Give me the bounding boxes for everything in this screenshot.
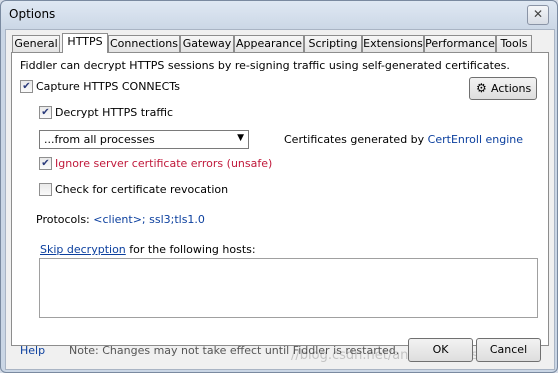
close-icon: ✕ (532, 7, 544, 21)
tab-extensions[interactable]: Extensions (362, 35, 424, 52)
window-title: Options (9, 7, 56, 21)
certificates-generator-text: Certificates generated by CertEnroll eng… (284, 133, 523, 146)
help-link[interactable]: Help (20, 344, 45, 357)
process-filter-value: ...from all processes (44, 133, 155, 146)
ok-button[interactable]: OK (408, 338, 473, 362)
checkmark-icon: ✔ (41, 107, 50, 118)
tab-scripting[interactable]: Scripting (304, 35, 362, 52)
capture-https-label[interactable]: Capture HTTPS CONNECTs (36, 80, 180, 93)
protocols-row: Protocols: <client>; ssl3;tls1.0 (36, 213, 205, 226)
skip-hosts-textarea[interactable] (39, 258, 538, 318)
chevron-down-icon: ▼ (237, 133, 244, 143)
tab-appearance[interactable]: Appearance (234, 35, 304, 52)
tab-https[interactable]: HTTPS (62, 33, 108, 53)
skip-decryption-text: for the following hosts: (129, 243, 256, 256)
decrypt-https-label[interactable]: Decrypt HTTPS traffic (55, 106, 173, 119)
tab-connections[interactable]: Connections (108, 35, 180, 52)
ignore-cert-errors-checkbox[interactable]: ✔ (39, 157, 52, 170)
protocols-link[interactable]: <client>; ssl3;tls1.0 (93, 213, 205, 226)
ok-button-label: OK (432, 343, 449, 356)
options-dialog: Options ✕ General HTTPS Connections Gate… (0, 0, 558, 373)
certificates-generated-label: Certificates generated by (284, 133, 425, 146)
check-revocation-label[interactable]: Check for certificate revocation (55, 183, 228, 196)
checkmark-icon: ✔ (41, 158, 50, 169)
process-filter-select[interactable]: ...from all processes ▼ (39, 130, 249, 149)
title-bar[interactable]: Options ✕ (1, 1, 557, 29)
https-panel: Fiddler can decrypt HTTPS sessions by re… (11, 52, 549, 346)
tab-tools[interactable]: Tools (496, 35, 532, 52)
skip-decryption-link[interactable]: Skip decryption (40, 243, 126, 256)
capture-https-checkbox[interactable]: ✔ (20, 80, 33, 93)
check-revocation-checkbox[interactable] (39, 183, 52, 196)
tab-performance[interactable]: Performance (424, 35, 496, 52)
ignore-cert-errors-label[interactable]: Ignore server certificate errors (unsafe… (55, 157, 272, 170)
tab-gateway[interactable]: Gateway (180, 35, 234, 52)
close-button[interactable]: ✕ (527, 5, 549, 25)
actions-button[interactable]: ⚙ Actions (469, 77, 537, 100)
certenroll-engine-link[interactable]: CertEnroll engine (428, 133, 523, 146)
checkmark-icon: ✔ (22, 81, 31, 92)
cancel-button-label: Cancel (489, 343, 528, 356)
protocols-label: Protocols: (36, 213, 90, 226)
certificate-gear-icon: ⚙ (476, 81, 487, 95)
skip-decryption-row: Skip decryption for the following hosts: (40, 243, 256, 256)
https-intro-text: Fiddler can decrypt HTTPS sessions by re… (20, 59, 510, 72)
decrypt-https-checkbox[interactable]: ✔ (39, 106, 52, 119)
tab-general[interactable]: General (12, 35, 60, 52)
cancel-button[interactable]: Cancel (476, 338, 541, 362)
actions-button-label: Actions (491, 82, 532, 95)
dialog-body: General HTTPS Connections Gateway Appear… (5, 29, 555, 370)
